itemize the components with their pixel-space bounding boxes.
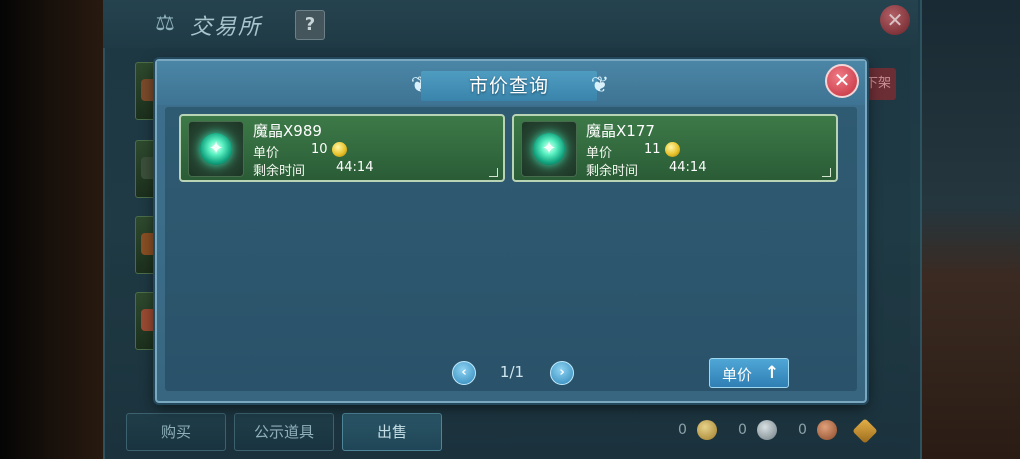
prev-page-button[interactable]: ‹ [452, 361, 476, 385]
gold-coin-icon [332, 142, 347, 157]
item-name: 魔晶X177 [586, 122, 655, 140]
price-value: 11 [644, 142, 661, 157]
sort-by-price-button[interactable]: 单价 ↑ [709, 358, 789, 388]
silver-amount: 0 [738, 422, 747, 438]
gold-coin-icon [665, 142, 680, 157]
dialog-title: 市价查询 [468, 75, 549, 97]
copper-amount: 0 [798, 422, 807, 438]
time-label: 剩余时间 [586, 164, 639, 179]
listing-card[interactable]: 魔晶X989 单价 10 剩余时间 44:14 [179, 114, 505, 182]
price-value: 10 [311, 142, 328, 157]
time-remaining: 44:14 [669, 160, 707, 175]
magic-crystal-icon [200, 133, 232, 165]
background-right-panel [910, 0, 1020, 459]
gold-coin-icon [697, 420, 717, 440]
sort-label: 单价 [722, 366, 753, 384]
tab-buy[interactable]: 购买 [126, 413, 226, 451]
corner-ornament-icon [822, 168, 831, 177]
tab-public-items[interactable]: 公示道具 [234, 413, 334, 451]
scale-icon: ⚖ [155, 11, 175, 36]
price-label: 单价 [253, 146, 280, 161]
next-page-button[interactable]: › [550, 361, 574, 385]
market-price-dialog: ❦ 市价查询 ❦ ✕ 魔晶X989 单价 10 剩余时间 44:14 魔晶X17… [155, 59, 867, 403]
background-left-panel [0, 0, 110, 459]
item-icon-frame [521, 121, 577, 177]
copper-coin-icon [817, 420, 837, 440]
sort-ascending-icon: ↑ [764, 363, 780, 383]
title-ornament-right-icon: ❦ [590, 73, 610, 98]
exchange-close-button[interactable]: ✕ [880, 5, 910, 35]
item-icon-frame [188, 121, 244, 177]
silver-coin-icon [757, 420, 777, 440]
time-remaining: 44:14 [336, 160, 374, 175]
gold-amount: 0 [678, 422, 687, 438]
corner-ornament-icon [489, 168, 498, 177]
item-name: 魔晶X989 [253, 122, 322, 140]
exchange-title: 交易所 [190, 15, 263, 40]
help-button[interactable]: ? [295, 10, 325, 40]
dialog-close-button[interactable]: ✕ [825, 64, 859, 98]
tab-sell[interactable]: 出售 [342, 413, 442, 451]
time-label: 剩余时间 [253, 164, 306, 179]
listing-card[interactable]: 魔晶X177 单价 11 剩余时间 44:14 [512, 114, 838, 182]
magic-crystal-icon [533, 133, 565, 165]
page-indicator: 1/1 [499, 363, 525, 381]
price-label: 单价 [586, 146, 613, 161]
